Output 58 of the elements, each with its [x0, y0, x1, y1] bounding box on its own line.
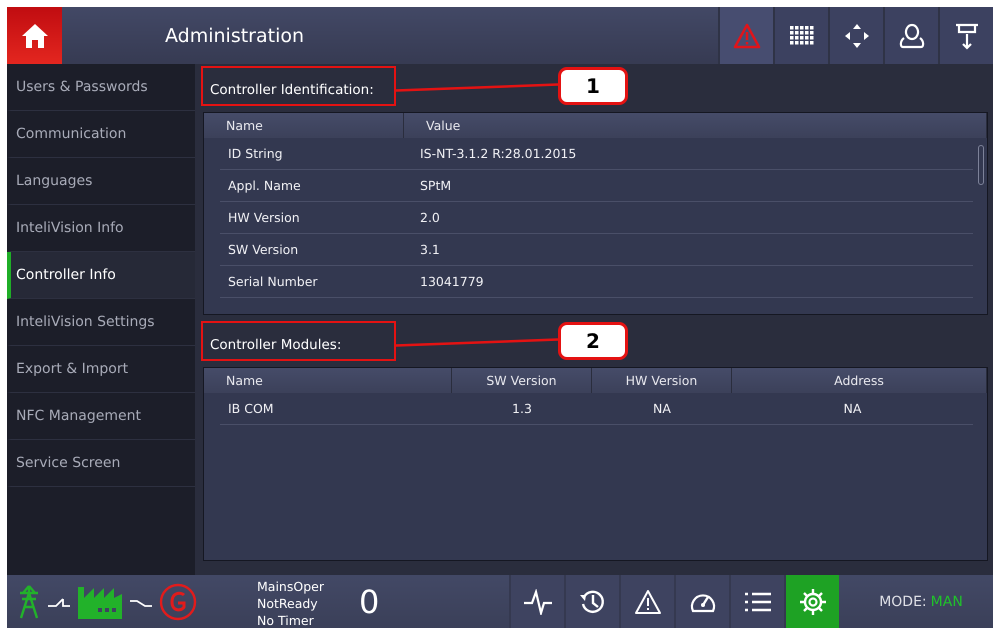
scrollbar[interactable] [978, 145, 984, 185]
history-icon [578, 588, 606, 616]
nav-button[interactable] [729, 575, 784, 628]
column-header: HW Version [592, 368, 732, 393]
mode-label: MODE: [879, 594, 927, 610]
generator-icon [159, 582, 197, 620]
pulse-icon [522, 588, 552, 614]
table-cell-text: IB COM [227, 400, 275, 418]
home-button[interactable] [7, 7, 62, 64]
column-header: Name [204, 368, 452, 393]
column-header: Name [204, 113, 404, 138]
counter-value: 0 [359, 582, 380, 620]
nav-button[interactable] [509, 575, 564, 628]
warning-icon [732, 22, 760, 48]
power-tower-icon [17, 584, 41, 618]
arrows-icon [844, 22, 870, 48]
table-cell-text: ID String [227, 145, 284, 163]
status-text: MainsOper [257, 578, 325, 595]
home-icon [20, 22, 48, 48]
sidebar-item[interactable]: Controller Info [7, 252, 195, 299]
list-icon [744, 590, 772, 612]
nav-button[interactable] [619, 575, 674, 628]
table-cell-text: 3.1 [419, 241, 441, 259]
warning-icon [634, 588, 662, 614]
status-text: No Timer [257, 612, 315, 628]
mode-value: MAN [930, 594, 963, 610]
section-title: Controller Identification: [201, 66, 396, 106]
table-cell-text: SPtM [419, 177, 452, 195]
table-cell-text: Serial Number [227, 273, 319, 291]
download-icon [954, 22, 978, 50]
table-cell-text: 1.3 [511, 400, 533, 418]
callout-number: 2 [558, 322, 628, 360]
toolbar-button[interactable] [773, 7, 828, 64]
nav-button[interactable] [564, 575, 619, 628]
switch-closed-icon [47, 596, 71, 608]
toolbar-button[interactable] [883, 7, 938, 64]
table-cell-text: IS-NT-3.1.2 R:28.01.2015 [419, 145, 578, 163]
table-cell-text: NA [842, 400, 862, 418]
column-header: SW Version [452, 368, 592, 393]
toolbar-button[interactable] [938, 7, 993, 64]
callout-number: 1 [558, 67, 628, 105]
table-cell-text: 13041779 [419, 273, 485, 291]
section-title: Controller Modules: [201, 321, 396, 361]
table-cell-text: 2.0 [419, 209, 441, 227]
status-text: NotReady [257, 595, 319, 612]
keypad-icon [790, 26, 814, 45]
nav-button[interactable] [784, 575, 839, 628]
gear-icon [798, 588, 826, 616]
table-cell-text: SW Version [227, 241, 300, 259]
screen-title: Administration [165, 24, 304, 46]
table-cell-text: Appl. Name [227, 177, 302, 195]
toolbar-button[interactable] [828, 7, 883, 64]
table-cell-text: NA [652, 400, 672, 418]
user-icon [898, 22, 926, 50]
table-cell-text: HW Version [227, 209, 301, 227]
column-header: Address [732, 368, 987, 393]
nav-button[interactable] [674, 575, 729, 628]
column-header: Value [404, 113, 987, 138]
